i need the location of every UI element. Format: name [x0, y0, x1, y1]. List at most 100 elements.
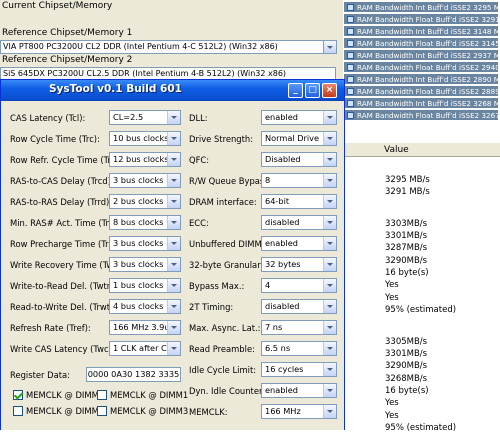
title-bar[interactable]: SysTool v0.1 Build 601 _ □ ×	[1, 80, 344, 101]
setting-label: ECC:	[189, 218, 209, 228]
setting-select[interactable]: 16 cycles	[261, 362, 337, 377]
timing-select[interactable]: 166 MHz 3.9us	[109, 320, 181, 335]
chevron-down-icon[interactable]	[323, 405, 336, 418]
setting-label: Read Preamble:	[189, 344, 255, 354]
setting-select[interactable]: 4	[261, 278, 337, 293]
chevron-down-icon[interactable]	[323, 195, 336, 208]
memclk-checkbox[interactable]	[97, 390, 107, 400]
result-item[interactable]: RAM Bandwidth Int Buff'd iSSE2 2890 MB/s	[344, 74, 498, 85]
chevron-down-icon[interactable]	[167, 195, 180, 208]
chevron-down-icon[interactable]	[167, 153, 180, 166]
setting-select[interactable]: disabled	[261, 299, 337, 314]
reference1-combo[interactable]: VIA PT800 PC3200U CL2 DDR (Intel Pentium…	[0, 40, 336, 54]
chevron-down-icon[interactable]	[167, 216, 180, 229]
chevron-down-icon[interactable]	[323, 132, 336, 145]
memclk-checkbox-label: MEMCLK @ DIMM0	[26, 390, 105, 400]
chevron-down-icon[interactable]	[323, 384, 336, 397]
minimize-button[interactable]: _	[288, 83, 303, 98]
timing-select[interactable]: 8 bus clocks	[109, 215, 181, 230]
result-text: RAM Bandwidth Int Buff'd iSSE2 3148 MB/s	[357, 27, 498, 36]
result-item[interactable]: RAM Bandwidth Float Buff'd iSSE2 3267 MB…	[344, 110, 498, 121]
memclk-checkbox[interactable]	[13, 406, 23, 416]
setting-select[interactable]: Disabled	[261, 152, 337, 167]
chevron-down-icon[interactable]	[323, 237, 336, 250]
setting-label: Bypass Max.:	[189, 281, 245, 291]
results-list[interactable]: RAM Bandwidth Int Buff'd iSSE2 3295 MB/s…	[344, 0, 500, 140]
chevron-down-icon[interactable]	[167, 279, 180, 292]
setting-label: R/W Queue Bypass:	[189, 176, 272, 186]
result-item[interactable]: RAM Bandwidth Float Buff'd iSSE2 3291 MB…	[344, 14, 498, 25]
setting-select[interactable]: disabled	[261, 215, 337, 230]
timing-select[interactable]: 3 bus clocks	[109, 236, 181, 251]
timing-select[interactable]: 3 bus clocks	[109, 173, 181, 188]
setting-value: disabled	[265, 301, 300, 311]
value-cell: Yes	[385, 398, 399, 408]
setting-select[interactable]: 64-bit	[261, 194, 337, 209]
value-column-header[interactable]: Value	[344, 143, 500, 157]
chevron-down-icon[interactable]	[323, 258, 336, 271]
timing-select[interactable]: 2 bus clocks	[109, 194, 181, 209]
chevron-down-icon[interactable]	[323, 342, 336, 355]
timing-select[interactable]: 3 bus clocks	[109, 257, 181, 272]
chevron-down-icon[interactable]	[323, 363, 336, 376]
value-cell: 16 byte(s)	[385, 268, 429, 278]
chevron-down-icon[interactable]	[167, 321, 180, 334]
chevron-down-icon[interactable]	[323, 174, 336, 187]
timing-label: CAS Latency (Tcl):	[10, 113, 86, 123]
chevron-down-icon[interactable]	[167, 132, 180, 145]
timing-select[interactable]: 4 bus clocks	[109, 299, 181, 314]
setting-select[interactable]: enabled	[261, 110, 337, 125]
result-icon	[347, 88, 354, 95]
result-item[interactable]: RAM Bandwidth Float Buff'd iSSE2 3145 MB…	[344, 38, 498, 49]
result-item[interactable]: RAM Bandwidth Float Buff'd iSSE2 2940 MB…	[344, 62, 498, 73]
timing-select[interactable]: CL=2.5	[109, 110, 181, 125]
timing-select[interactable]: 1 CLK after CAS	[109, 341, 181, 356]
chevron-down-icon[interactable]	[323, 279, 336, 292]
current-chipset-label: Current Chipset/Memory	[2, 1, 113, 11]
chevron-down-icon[interactable]	[323, 300, 336, 313]
chevron-down-icon[interactable]	[323, 111, 336, 124]
dialog-title: SysTool v0.1 Build 601	[49, 83, 182, 95]
reference1-dropdown-icon[interactable]	[323, 40, 337, 54]
chevron-down-icon[interactable]	[167, 258, 180, 271]
chevron-down-icon[interactable]	[323, 321, 336, 334]
setting-value: enabled	[265, 112, 298, 122]
chevron-down-icon[interactable]	[167, 111, 180, 124]
value-cell: 95% (estimated)	[385, 423, 457, 433]
chevron-down-icon[interactable]	[323, 216, 336, 229]
setting-value: 64-bit	[265, 196, 290, 206]
result-text: RAM Bandwidth Float Buff'd iSSE2 2940 MB…	[357, 63, 498, 72]
result-item[interactable]: RAM Bandwidth Int Buff'd iSSE2 2937 MB/s	[344, 50, 498, 61]
result-icon	[347, 100, 354, 107]
setting-select[interactable]: enabled	[261, 236, 337, 251]
result-text: RAM Bandwidth Int Buff'd iSSE2 3295 MB/s	[357, 3, 498, 12]
chevron-down-icon[interactable]	[167, 300, 180, 313]
timing-select[interactable]: 10 bus clocks	[109, 131, 181, 146]
close-button[interactable]: ×	[322, 83, 337, 98]
result-item[interactable]: RAM Bandwidth Int Buff'd iSSE2 3148 MB/s	[344, 26, 498, 37]
maximize-button[interactable]: □	[305, 83, 320, 98]
chevron-down-icon[interactable]	[323, 153, 336, 166]
setting-select[interactable]: 7 ns	[261, 320, 337, 335]
chevron-down-icon[interactable]	[167, 174, 180, 187]
result-item[interactable]: RAM Bandwidth Int Buff'd iSSE2 3295 MB/s	[344, 2, 498, 13]
memclk-checkbox[interactable]	[97, 406, 107, 416]
timing-label: RAS-to-RAS Delay (Trrd):	[10, 197, 113, 207]
register-data-field[interactable]: 0000 0A30 1382 3335	[86, 367, 181, 382]
setting-select[interactable]: 166 MHz	[261, 404, 337, 419]
setting-select[interactable]: 8	[261, 173, 337, 188]
result-item[interactable]: RAM Bandwidth Int Buff'd iSSE2 3268 MB/s	[344, 98, 498, 109]
result-icon	[347, 112, 354, 119]
setting-select[interactable]: enabled	[261, 383, 337, 398]
timing-select[interactable]: 1 bus clocks	[109, 278, 181, 293]
setting-select[interactable]: 6.5 ns	[261, 341, 337, 356]
memclk-checkbox[interactable]	[13, 390, 23, 400]
result-item[interactable]: RAM Bandwidth Float Buff'd iSSE2 2889 MB…	[344, 86, 498, 97]
setting-select[interactable]: Normal Drive	[261, 131, 337, 146]
timing-select[interactable]: 12 bus clocks	[109, 152, 181, 167]
chevron-down-icon[interactable]	[167, 342, 180, 355]
value-cell: Yes	[385, 293, 399, 303]
setting-select[interactable]: 32 bytes	[261, 257, 337, 272]
chevron-down-icon[interactable]	[167, 237, 180, 250]
result-text: RAM Bandwidth Int Buff'd iSSE2 3268 MB/s	[357, 99, 498, 108]
